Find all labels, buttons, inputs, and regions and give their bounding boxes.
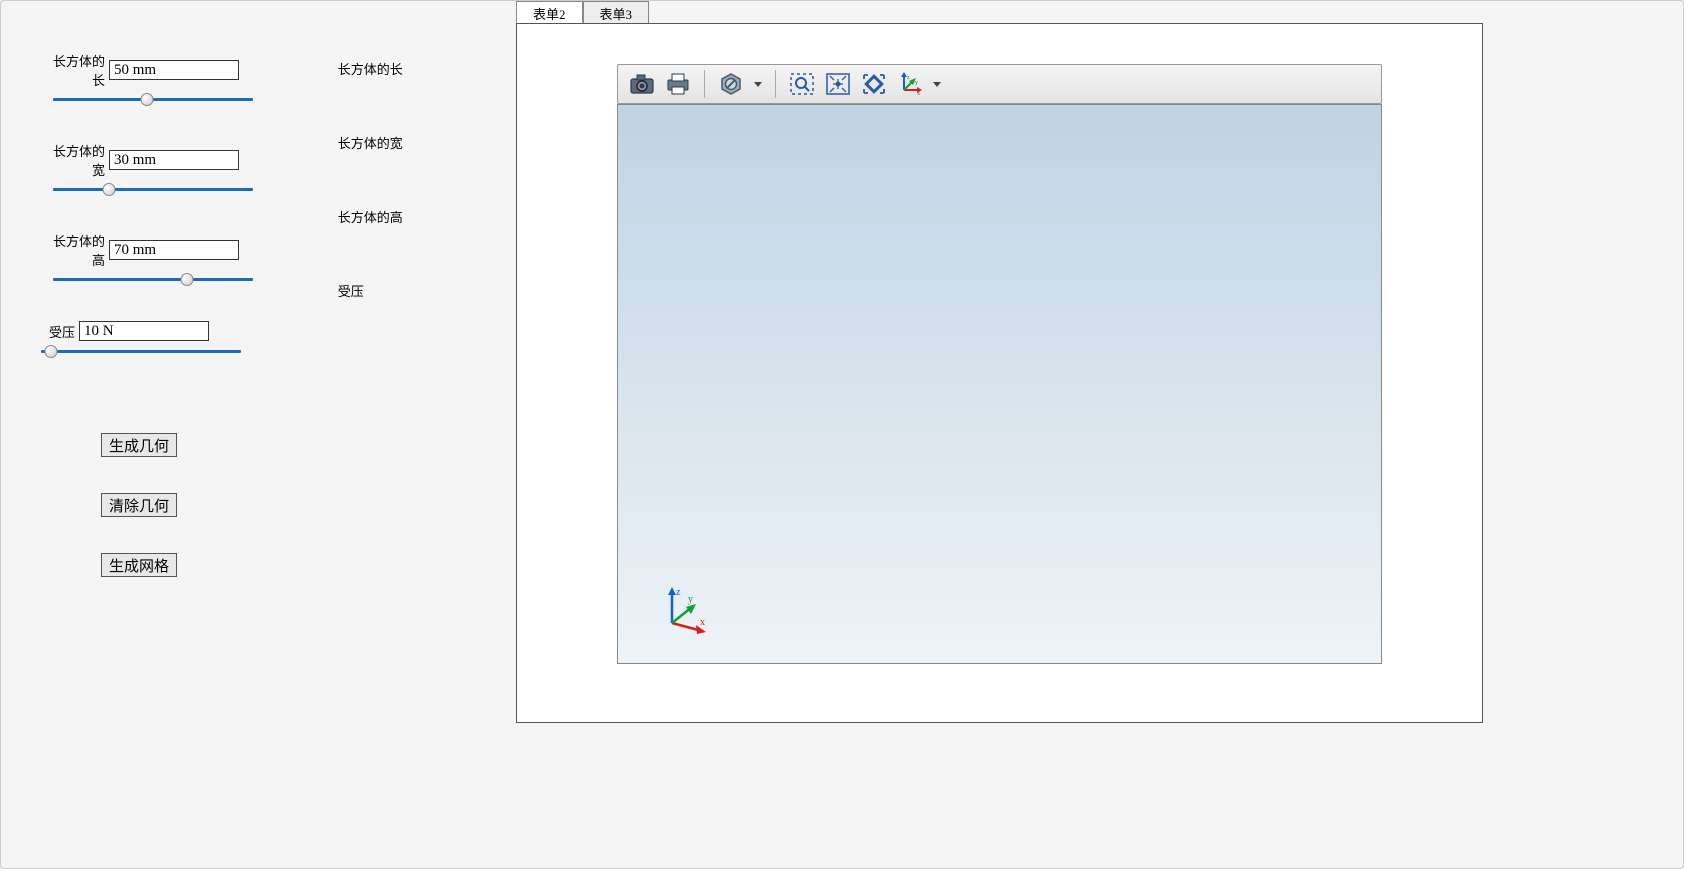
printer-icon — [666, 73, 690, 95]
3d-viewport[interactable]: z x y — [617, 104, 1382, 664]
side-label-pressure: 受压 — [338, 273, 476, 347]
param-pressure-label: 受压 — [41, 322, 79, 341]
slider-thumb[interactable] — [103, 183, 116, 196]
generate-mesh-button[interactable]: 生成网格 — [101, 553, 177, 577]
param-pressure-row: 受压 — [41, 321, 298, 341]
param-length-label: 长方体的长 — [41, 51, 109, 89]
toolbar-separator — [775, 70, 776, 98]
slider-thumb[interactable] — [141, 93, 154, 106]
axis-x-label: x — [700, 617, 705, 628]
viewport-frame: z y x z x — [516, 23, 1483, 723]
toolbar-separator — [704, 70, 705, 98]
param-height-row: 长方体的高 — [41, 231, 298, 269]
parameters-panel: 长方体的长 长方体的宽 长方体的高 — [1, 1, 516, 868]
param-length-row: 长方体的长 — [41, 51, 298, 89]
side-label-height: 长方体的高 — [338, 199, 476, 273]
transparency-button[interactable] — [715, 68, 747, 100]
side-labels-column: 长方体的长 长方体的宽 长方体的高 受压 — [338, 51, 476, 818]
param-width-input[interactable] — [109, 150, 239, 170]
graphics-panel: 表单2 表单3 — [516, 1, 1683, 868]
chevron-down-icon — [754, 82, 762, 87]
slider-track-line — [53, 188, 253, 191]
axis-y-label: y — [688, 594, 693, 605]
zoom-selected-button[interactable] — [858, 68, 890, 100]
zoom-box-icon — [790, 73, 814, 95]
zoom-selected-icon — [862, 73, 886, 95]
param-height-label: 长方体的高 — [41, 231, 109, 269]
slider-thumb[interactable] — [181, 273, 194, 286]
axes-view-button[interactable]: z y x — [894, 68, 926, 100]
generate-geometry-button[interactable]: 生成几何 — [101, 433, 177, 457]
tab-form3[interactable]: 表单3 — [583, 1, 650, 23]
chevron-down-icon — [933, 82, 941, 87]
action-buttons: 生成几何 清除几何 生成网格 — [101, 433, 298, 577]
transparency-dropdown[interactable] — [751, 82, 765, 87]
app-window: 长方体的长 长方体的宽 长方体的高 — [0, 0, 1684, 869]
param-pressure-input[interactable] — [79, 321, 209, 341]
clear-geometry-button[interactable]: 清除几何 — [101, 493, 177, 517]
param-length-input[interactable] — [109, 60, 239, 80]
zoom-extents-button[interactable] — [822, 68, 854, 100]
svg-text:y: y — [915, 80, 918, 86]
param-height-input[interactable] — [109, 240, 239, 260]
axes-view-dropdown[interactable] — [930, 82, 944, 87]
svg-text:x: x — [917, 91, 920, 96]
print-button[interactable] — [662, 68, 694, 100]
param-width-label: 长方体的宽 — [41, 141, 109, 179]
zoom-box-button[interactable] — [786, 68, 818, 100]
camera-icon — [630, 74, 654, 94]
snapshot-button[interactable] — [626, 68, 658, 100]
tabs-row: 表单2 表单3 — [516, 1, 1483, 23]
zoom-extents-icon — [826, 73, 850, 95]
param-height-slider[interactable] — [53, 273, 253, 287]
side-label-length: 长方体的长 — [338, 51, 476, 125]
slider-thumb[interactable] — [45, 345, 58, 358]
tab-form2[interactable]: 表单2 — [516, 1, 583, 23]
param-length-slider[interactable] — [53, 93, 253, 107]
controls-column: 长方体的长 长方体的宽 长方体的高 — [41, 51, 298, 818]
slider-track-line — [41, 350, 241, 353]
param-width-row: 长方体的宽 — [41, 141, 298, 179]
axes-icon: z y x — [898, 72, 922, 96]
transparency-icon — [720, 73, 742, 95]
param-width-slider[interactable] — [53, 183, 253, 197]
param-pressure-slider[interactable] — [41, 345, 241, 359]
slider-track-line — [53, 278, 253, 281]
side-label-width: 长方体的宽 — [338, 125, 476, 199]
axis-triad-icon: z x y — [660, 585, 710, 635]
svg-text:z: z — [907, 75, 910, 81]
axis-z-label: z — [676, 587, 681, 598]
graphics-toolbar: z y x — [617, 64, 1382, 104]
